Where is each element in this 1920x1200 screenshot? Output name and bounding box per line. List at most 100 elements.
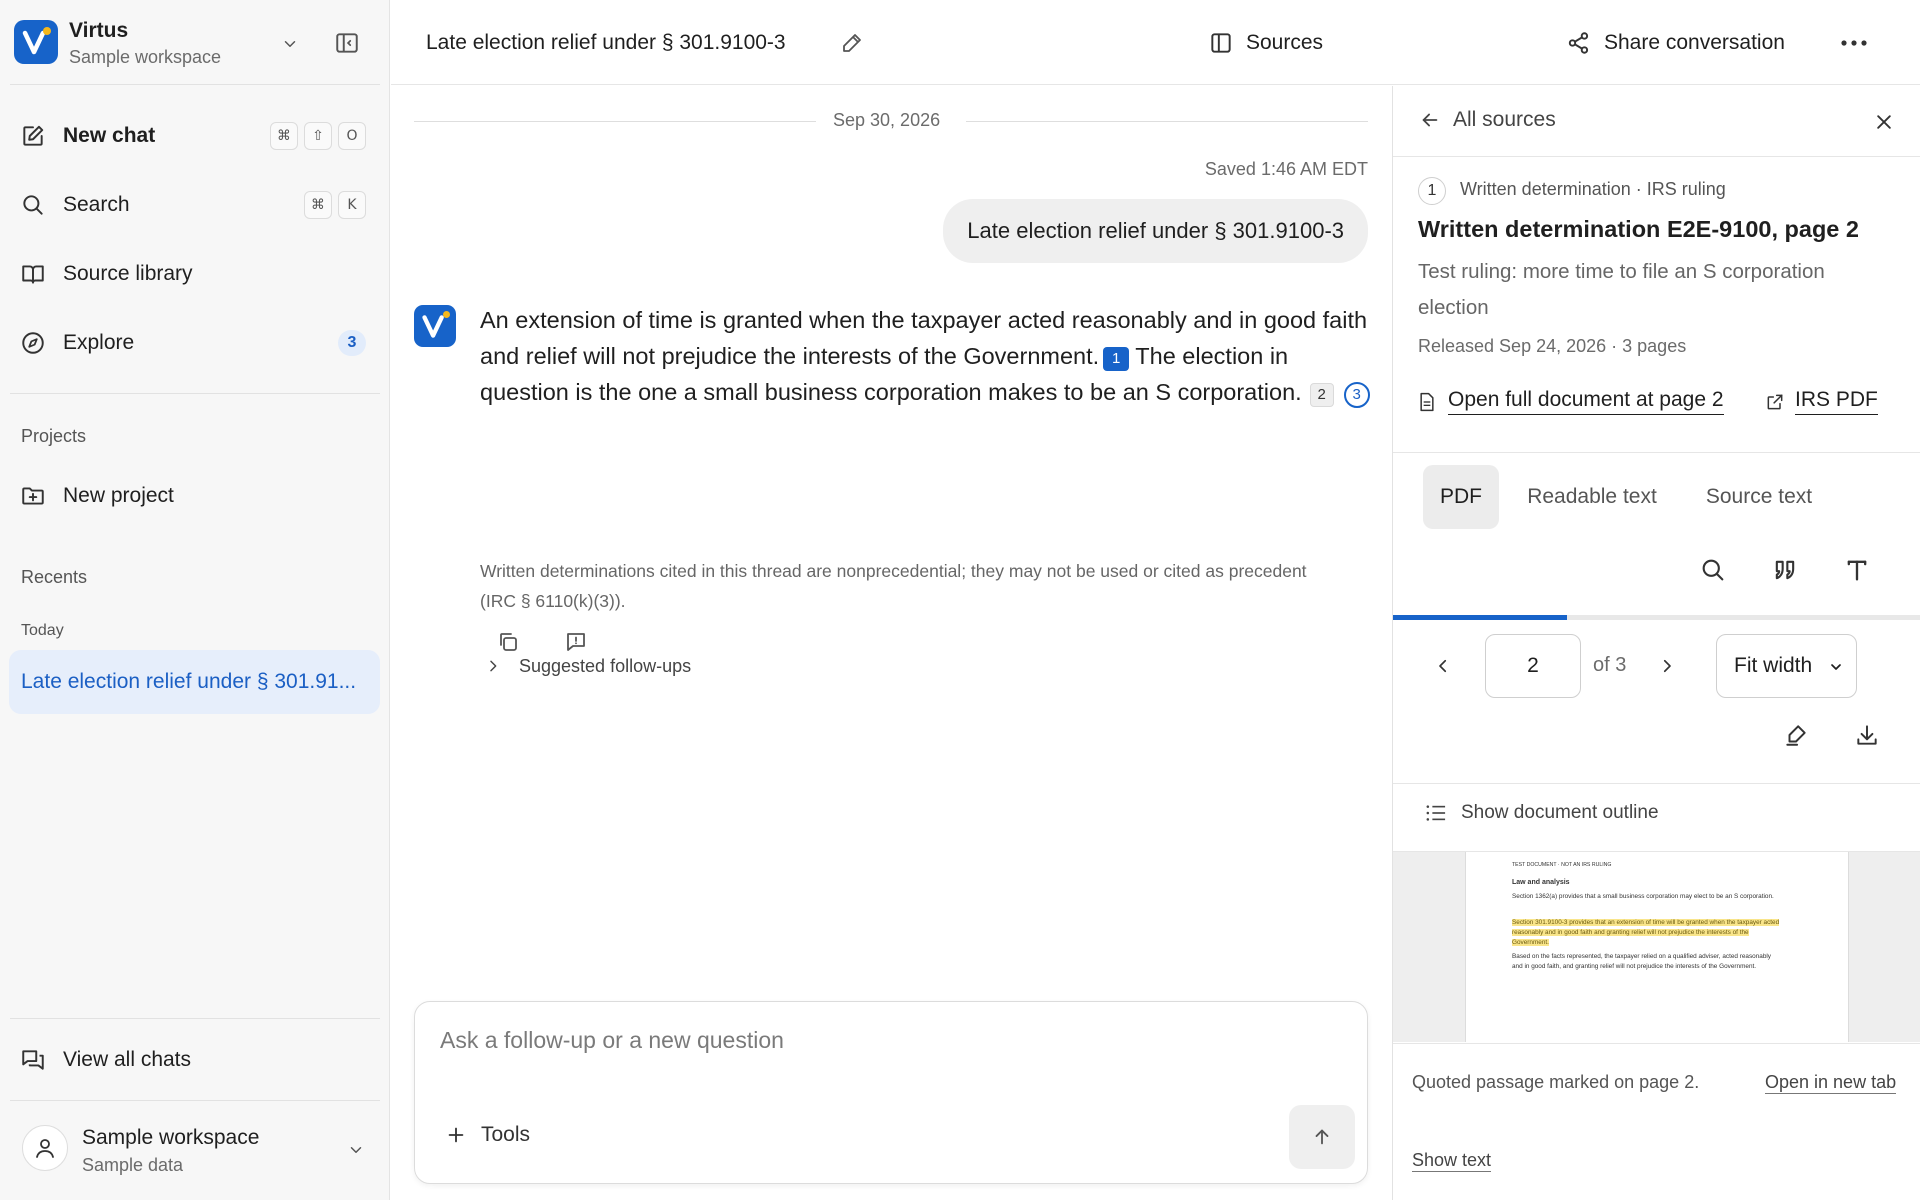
explore-count-badge: 3	[338, 330, 366, 356]
pdf-page: TEST DOCUMENT · NOT AN IRS RULING Law an…	[1465, 852, 1849, 1042]
collapse-sidebar-icon[interactable]	[332, 28, 362, 58]
source-library-label: Source library	[63, 262, 193, 285]
arrow-up-icon	[1315, 1129, 1329, 1145]
text-size-icon[interactable]	[1843, 556, 1873, 586]
recents-heading: Recents	[21, 567, 88, 587]
account-sub: Sample data	[82, 1155, 184, 1175]
source-number: 1	[1418, 177, 1446, 205]
pdf-heading: Law and analysis	[1512, 879, 1570, 886]
shortcut-cmd: ⌘	[304, 191, 332, 219]
arrow-left-icon	[1422, 113, 1438, 127]
search-in-document-icon[interactable]	[1699, 556, 1729, 586]
close-icon[interactable]	[1870, 108, 1898, 136]
shortcut-o: O	[338, 122, 366, 150]
source-library-button[interactable]: Source library	[10, 248, 380, 300]
view-all-chats-button[interactable]: View all chats	[10, 1034, 380, 1086]
share-icon	[1566, 30, 1592, 56]
composer[interactable]: Ask a follow-up or a new question Tools	[414, 1001, 1368, 1184]
highlighter-icon[interactable]	[1781, 720, 1811, 750]
pdf-highlighted-passage: Section 301.9100-3 provides that an exte…	[1512, 919, 1780, 946]
document-icon	[1420, 392, 1434, 411]
page-total: of 3	[1593, 654, 1627, 676]
more-options-icon[interactable]	[1837, 28, 1871, 58]
new-project-button[interactable]: New project	[10, 470, 380, 522]
conversation-title: Late election relief under § 301.9100-3	[426, 31, 786, 54]
search-button[interactable]: Search ⌘ K	[10, 179, 380, 231]
view-all-chats-label: View all chats	[63, 1048, 192, 1071]
open-full-document-label: Open full document at page 2	[1448, 388, 1724, 415]
plus-icon	[448, 1127, 464, 1143]
new-chat-label: New chat	[63, 124, 156, 147]
explore-label: Explore	[63, 331, 135, 354]
sources-button[interactable]: Sources	[1208, 26, 1323, 60]
citation-2[interactable]: 2	[1309, 383, 1334, 407]
new-project-label: New project	[63, 484, 174, 507]
tab-pdf[interactable]: PDF	[1423, 465, 1499, 529]
workspace-subtitle: Sample workspace	[69, 47, 222, 67]
feedback-icon[interactable]	[561, 627, 591, 657]
user-avatar[interactable]	[22, 1125, 68, 1171]
virtus-logo-icon	[14, 20, 58, 64]
user-message: Late election relief under § 301.9100-3	[943, 199, 1368, 263]
quoted-passage-note: Quoted passage marked on page 2.	[1412, 1072, 1700, 1092]
compose-icon	[20, 123, 46, 149]
composer-input[interactable]: Ask a follow-up or a new question	[440, 1027, 784, 1054]
citation-3[interactable]: 3	[1343, 382, 1370, 408]
tab-readable-text[interactable]: Readable text	[1507, 465, 1677, 529]
workspace-switcher-chevron-icon[interactable]	[276, 30, 304, 58]
search-icon	[20, 192, 46, 218]
chats-icon	[20, 1047, 46, 1073]
page-number-input[interactable]: 2	[1485, 634, 1581, 698]
quote-icon[interactable]	[1771, 556, 1801, 586]
explore-button[interactable]: Explore 3	[10, 317, 380, 369]
irs-pdf-label: IRS PDF	[1795, 388, 1878, 415]
recent-chat-item[interactable]: Late election relief under § 301.91...	[9, 650, 380, 714]
show-document-outline-button[interactable]: Show document outline	[1425, 802, 1659, 824]
recent-chat-title: Late election relief under § 301.91...	[21, 670, 357, 693]
sidebar: Virtus Sample workspace New chat ⌘ ⇧ O S…	[0, 0, 390, 1200]
source-title: Written determination E2E-9100, page 2	[1418, 216, 1859, 242]
page-progress-fill	[1393, 615, 1568, 620]
suggested-followups-label: Suggested follow-ups	[519, 655, 692, 676]
irs-pdf-link[interactable]: IRS PDF	[1765, 388, 1878, 415]
previous-page-chevron-icon[interactable]	[1429, 652, 1457, 680]
chevron-right-icon	[490, 660, 497, 672]
chat-area: Sep 30, 2026 Saved 1:46 AM EDT Late elec…	[391, 86, 1392, 1200]
tab-source-text[interactable]: Source text	[1689, 465, 1829, 529]
conversation-header: Late election relief under § 301.9100-3 …	[391, 0, 1920, 85]
send-button[interactable]	[1289, 1105, 1355, 1169]
show-text-link[interactable]: Show text	[1412, 1150, 1492, 1172]
copy-icon[interactable]	[493, 627, 523, 657]
shortcut-cmd: ⌘	[270, 122, 298, 150]
projects-heading: Projects	[21, 426, 87, 446]
page-progress-bar	[1393, 615, 1920, 620]
account-chevron-icon[interactable]	[342, 1136, 370, 1164]
open-in-new-tab-link[interactable]: Open in new tab	[1765, 1072, 1897, 1094]
pdf-header-text: TEST DOCUMENT · NOT AN IRS RULING	[1512, 862, 1612, 868]
pdf-preview[interactable]: TEST DOCUMENT · NOT AN IRS RULING Law an…	[1393, 852, 1920, 1042]
tools-button[interactable]: Tools	[445, 1118, 530, 1152]
zoom-value: Fit width	[1734, 654, 1813, 677]
citation-1[interactable]: 1	[1103, 347, 1130, 371]
compass-icon	[20, 330, 46, 356]
book-icon	[20, 261, 46, 287]
new-chat-button[interactable]: New chat ⌘ ⇧ O	[10, 110, 380, 162]
workspace-name: Virtus	[69, 19, 129, 42]
assistant-answer: An extension of time is granted when the…	[480, 302, 1372, 410]
assistant-avatar-icon	[414, 305, 456, 347]
source-kind: Written determination · IRS ruling	[1460, 179, 1726, 199]
nonprecedential-note: Written determinations cited in this thr…	[480, 561, 1307, 611]
all-sources-back-button[interactable]: All sources	[1419, 108, 1556, 132]
share-conversation-button[interactable]: Share conversation	[1566, 26, 1785, 60]
account-name: Sample workspace	[82, 1126, 260, 1149]
download-icon[interactable]	[1852, 720, 1882, 750]
today-heading: Today	[21, 622, 64, 639]
zoom-select[interactable]: Fit width	[1716, 634, 1857, 698]
user-icon	[36, 1139, 54, 1158]
edit-title-pencil-icon[interactable]	[837, 28, 867, 58]
next-page-chevron-icon[interactable]	[1653, 652, 1681, 680]
show-document-outline-label: Show document outline	[1461, 802, 1659, 823]
share-label: Share conversation	[1604, 31, 1785, 54]
shortcut-k: K	[338, 191, 366, 219]
open-full-document-link[interactable]: Open full document at page 2	[1418, 388, 1724, 415]
